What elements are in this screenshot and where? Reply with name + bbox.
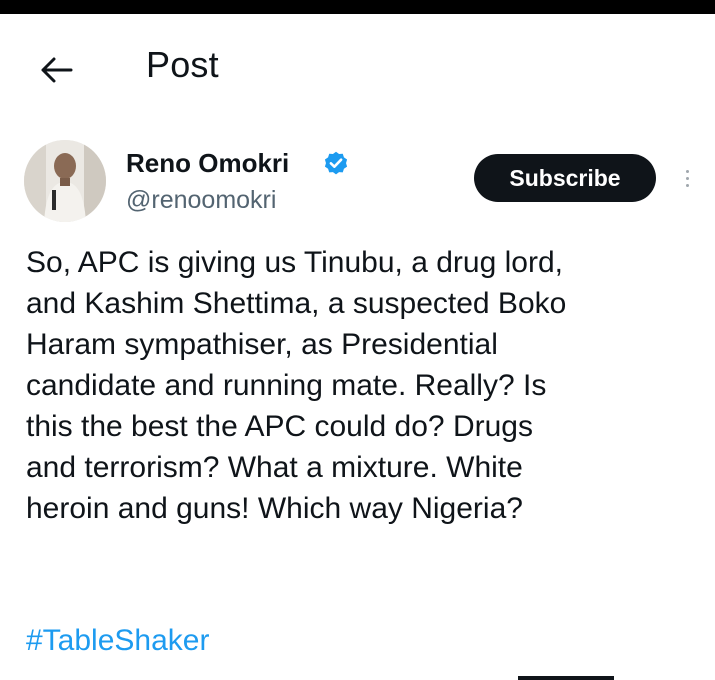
display-name[interactable]: Reno Omokri xyxy=(126,148,289,179)
back-button[interactable] xyxy=(34,48,78,92)
post-text-line: Haram sympathiser, as Presidential xyxy=(26,328,498,361)
more-vertical-icon-dot xyxy=(685,176,689,180)
author-row: Reno Omokri @renoomokri Subscribe xyxy=(0,140,715,228)
post-text-line: this the best the APC could do? Drugs xyxy=(26,410,533,443)
more-options-button[interactable] xyxy=(676,158,698,198)
verified-badge-icon xyxy=(324,151,348,175)
post-text-line: heroin and guns! Which way Nigeria? xyxy=(26,492,523,525)
post-text-line: and Kashim Shettima, a suspected Boko xyxy=(26,287,567,320)
author-handle[interactable]: @renoomokri xyxy=(126,186,276,215)
post-text-line: and terrorism? What a mixture. White xyxy=(26,451,523,484)
more-vertical-icon-dot xyxy=(685,169,689,173)
post-text-line: candidate and running mate. Really? Is xyxy=(26,369,547,402)
divider xyxy=(518,676,614,680)
hashtag-link[interactable]: #TableShaker xyxy=(26,624,209,658)
page-title: Post xyxy=(146,44,219,85)
post-header: Post xyxy=(0,14,715,122)
more-vertical-icon-dot xyxy=(685,183,689,187)
avatar[interactable] xyxy=(24,140,106,222)
avatar-image xyxy=(24,140,106,222)
arrow-left-icon xyxy=(41,57,73,83)
post-text-line: So, APC is giving us Tinubu, a drug lord… xyxy=(26,246,563,279)
post-text: So, APC is giving us Tinubu, a drug lord… xyxy=(26,242,696,529)
status-bar xyxy=(0,0,715,14)
subscribe-button[interactable]: Subscribe xyxy=(474,154,656,202)
